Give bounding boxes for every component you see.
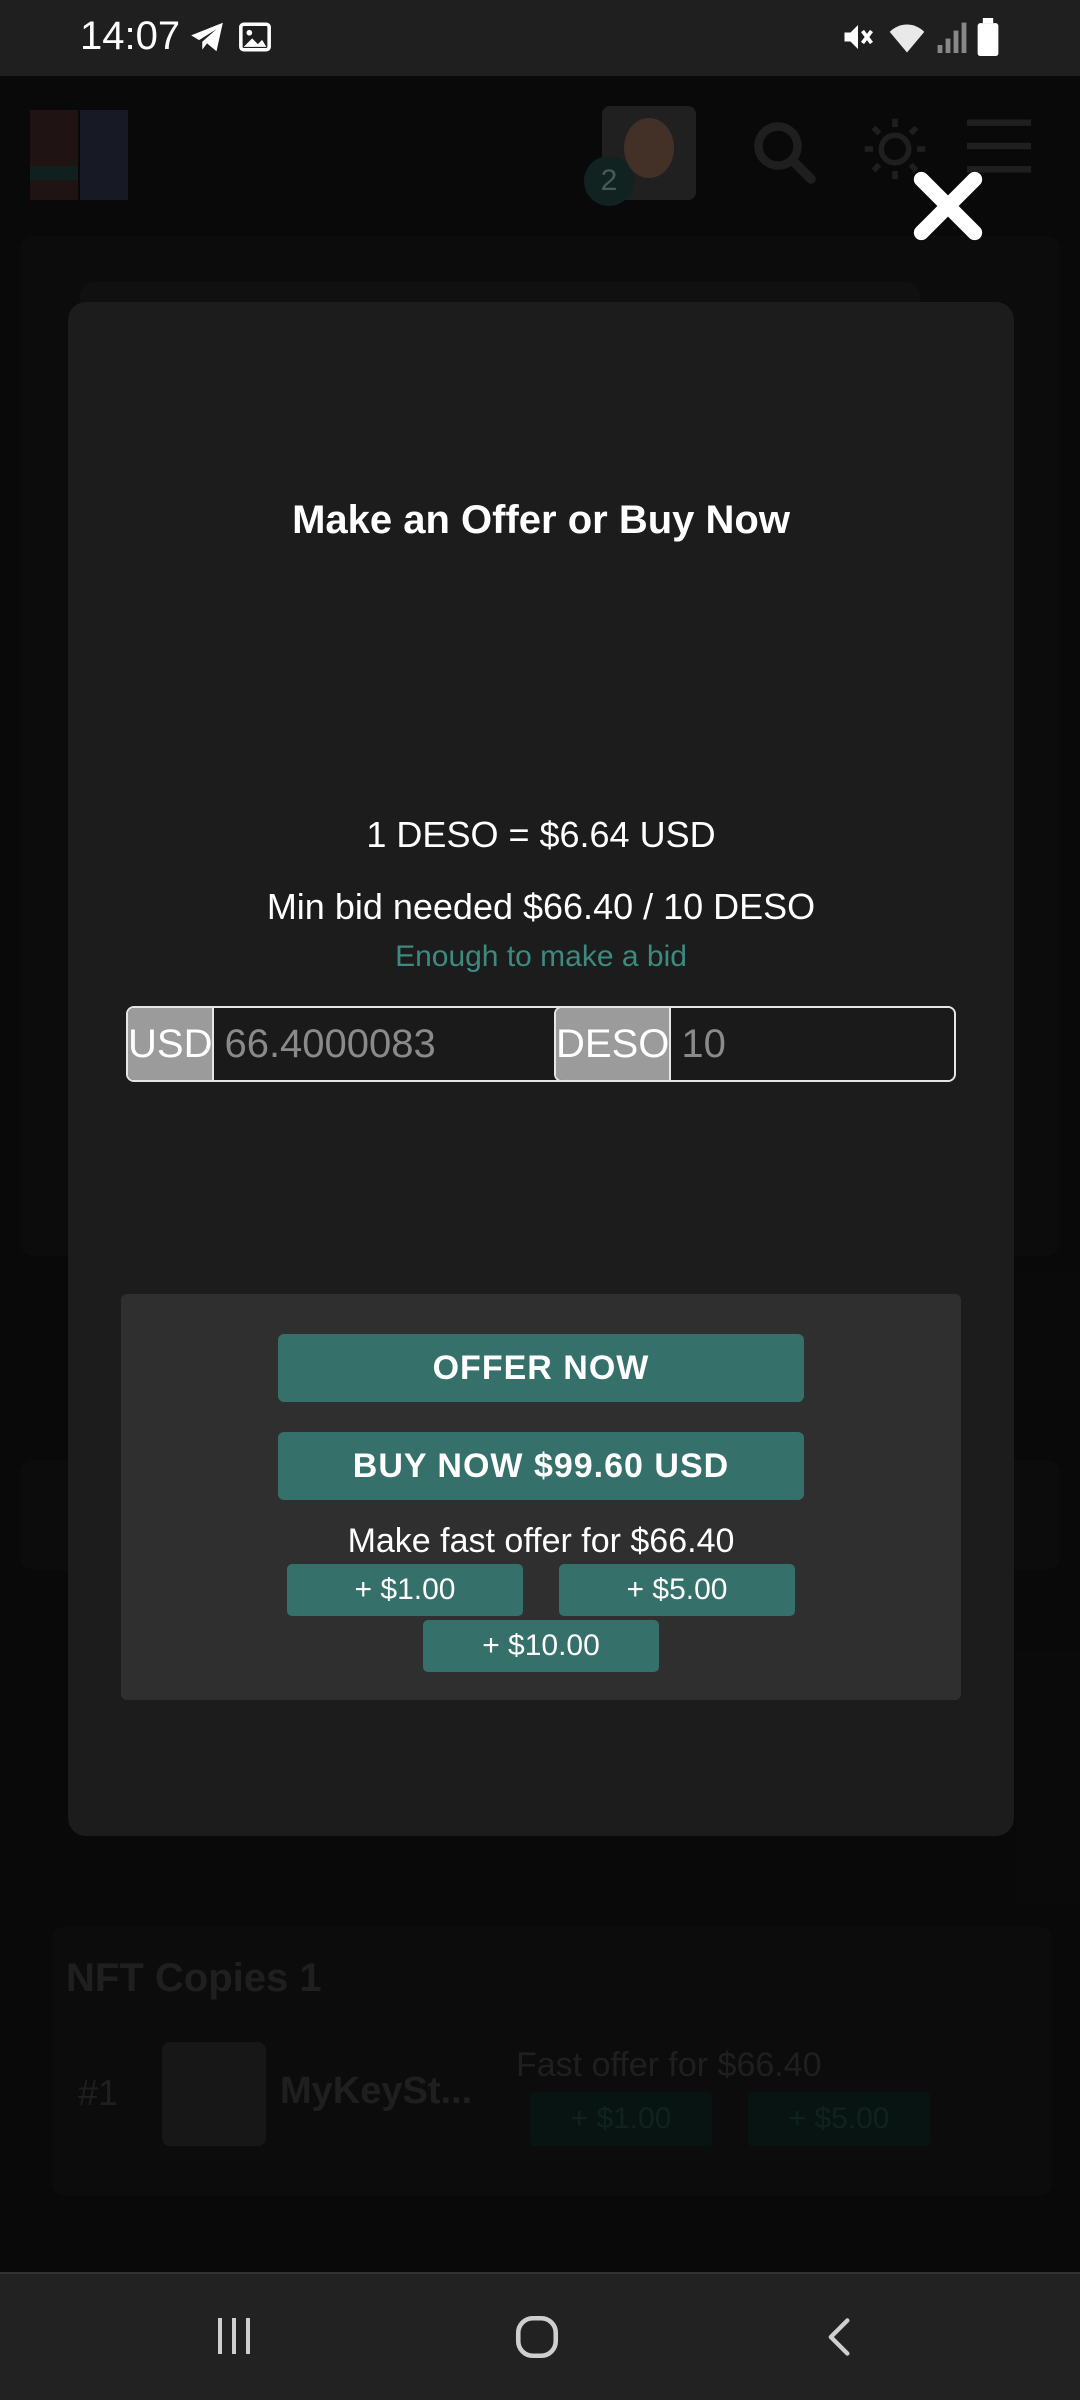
usd-label: USD: [128, 1008, 213, 1080]
signal-icon: [937, 22, 967, 53]
system-nav-bar: [0, 2272, 1080, 2400]
usd-field: USD: [126, 1006, 594, 1082]
home-icon[interactable]: [512, 2312, 562, 2362]
mute-icon: [844, 25, 873, 49]
fast-offer-label: Make fast offer for $66.40: [347, 1522, 735, 1560]
deso-field: DESO: [554, 1006, 956, 1082]
min-bid-text: Min bid needed $66.40 / 10 DESO: [266, 886, 816, 927]
bid-status-text: Enough to make a bid: [395, 940, 687, 973]
recent-apps-icon[interactable]: [210, 2312, 258, 2360]
buy-now-button[interactable]: BUY NOW $99.60 USD: [278, 1432, 804, 1500]
action-panel: OFFER NOW BUY NOW $99.60 USD Make fast o…: [121, 1294, 961, 1700]
telegram-icon: [191, 22, 223, 52]
gallery-icon: [239, 22, 271, 52]
offer-now-button[interactable]: OFFER NOW: [278, 1334, 804, 1402]
fast-offer-1-button[interactable]: + $1.00: [287, 1564, 523, 1616]
modal-title: Make an Offer or Buy Now: [292, 498, 790, 542]
battery-icon: [977, 18, 999, 56]
usd-input[interactable]: [212, 1008, 592, 1080]
back-icon[interactable]: [818, 2312, 862, 2362]
wifi-icon: [889, 24, 925, 53]
exchange-rate: 1 DESO = $6.64 USD: [366, 814, 716, 855]
status-bar: 14:07: [0, 0, 1080, 76]
offer-modal: Make an Offer or Buy Now 1 DESO = $6.64 …: [68, 302, 1014, 1836]
close-icon[interactable]: [908, 166, 988, 246]
fast-offer-5-button[interactable]: + $5.00: [559, 1564, 795, 1616]
status-time: 14:07: [80, 14, 181, 58]
fast-offer-10-button[interactable]: + $10.00: [423, 1620, 659, 1672]
deso-input[interactable]: [669, 1008, 954, 1080]
deso-label: DESO: [556, 1008, 670, 1080]
screen: 14:07 2 NFT Copies 1 #1 MyKeySt... Fast …: [0, 0, 1080, 2400]
